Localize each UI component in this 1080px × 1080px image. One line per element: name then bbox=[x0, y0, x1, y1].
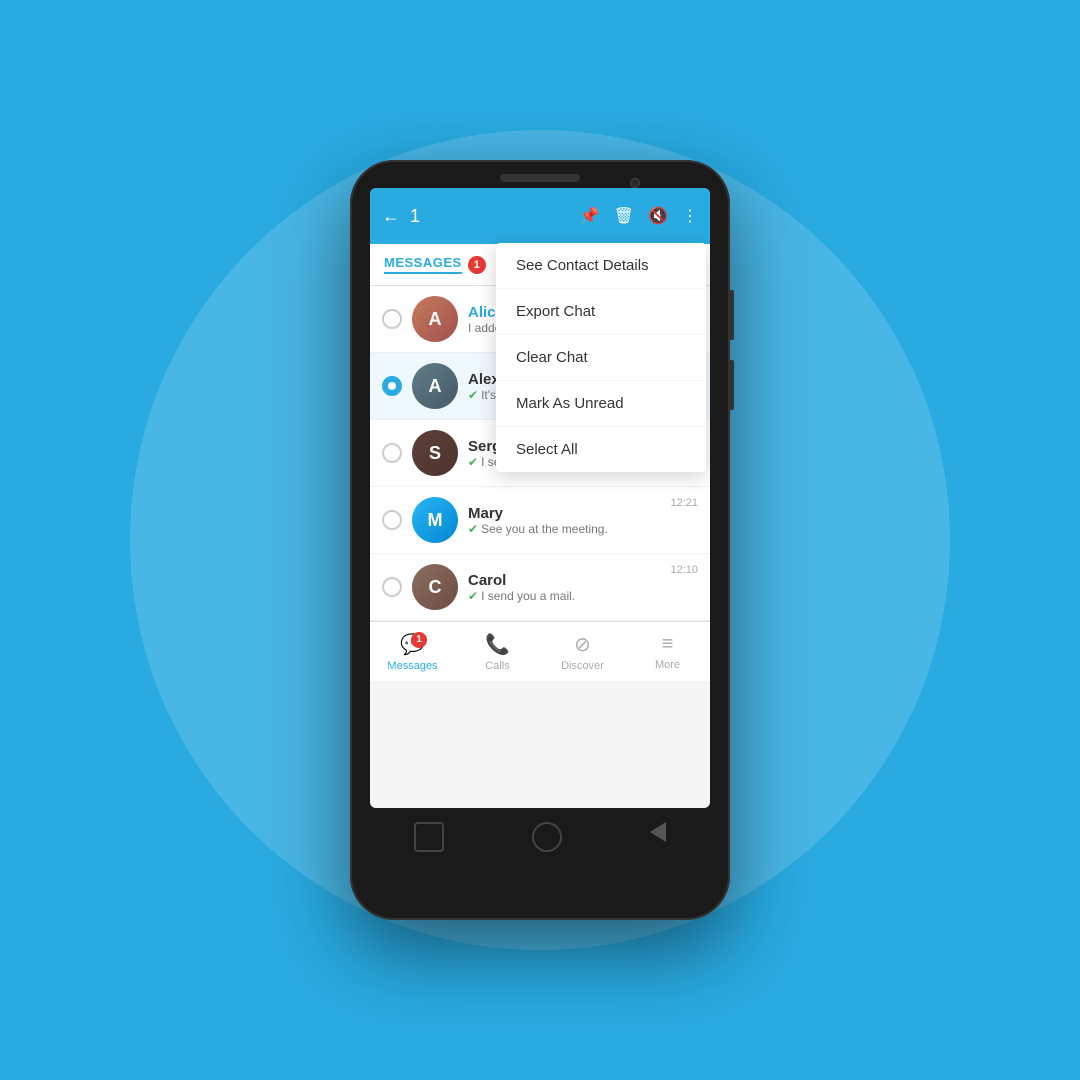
menu-item-see-contact[interactable]: See Contact Details bbox=[496, 243, 706, 289]
contact-item-mary[interactable]: M Mary ✔ See you at the meeting. 12:21 bbox=[370, 487, 710, 554]
contact-time-mary: 12:21 bbox=[670, 497, 698, 509]
phone-btn-home[interactable] bbox=[532, 822, 562, 852]
contact-radio-sergie[interactable] bbox=[382, 443, 402, 463]
selected-count: 1 bbox=[410, 206, 570, 227]
nav-item-more[interactable]: ≡ More bbox=[625, 633, 710, 671]
contact-info-mary: Mary ✔ See you at the meeting. bbox=[468, 505, 698, 536]
nav-label-discover: Discover bbox=[561, 660, 604, 672]
messages-badge: 1 bbox=[468, 256, 486, 274]
calls-nav-icon: 📞 bbox=[485, 632, 510, 657]
avatar-alex: A bbox=[412, 363, 458, 409]
app-header: ← 1 📌 🗑 🔇 ⋮ bbox=[370, 188, 710, 244]
contact-preview-mary: ✔ See you at the meeting. bbox=[468, 522, 698, 536]
more-icon[interactable]: ⋮ bbox=[682, 206, 698, 226]
contact-item-carol[interactable]: C Carol ✔ I send you a mail. 12:10 bbox=[370, 554, 710, 621]
nav-item-messages[interactable]: 💬 1 Messages bbox=[370, 632, 455, 672]
bottom-nav: 💬 1 Messages 📞 Calls ⊘ Discover ≡ More bbox=[370, 621, 710, 681]
menu-item-clear-chat[interactable]: Clear Chat bbox=[496, 335, 706, 381]
trash-icon[interactable]: 🗑 bbox=[614, 206, 634, 226]
avatar-sergie: S bbox=[412, 430, 458, 476]
avatar-carol: C bbox=[412, 564, 458, 610]
nav-item-discover[interactable]: ⊘ Discover bbox=[540, 632, 625, 672]
menu-item-select-all[interactable]: Select All bbox=[496, 427, 706, 472]
contact-info-carol: Carol ✔ I send you a mail. bbox=[468, 572, 698, 603]
nav-label-calls: Calls bbox=[485, 660, 509, 672]
contact-radio-mary[interactable] bbox=[382, 510, 402, 530]
menu-item-export-chat[interactable]: Export Chat bbox=[496, 289, 706, 335]
nav-label-more: More bbox=[655, 659, 680, 671]
nav-item-calls[interactable]: 📞 Calls bbox=[455, 632, 540, 672]
pin-icon[interactable]: 📌 bbox=[580, 206, 600, 226]
menu-item-mark-unread[interactable]: Mark As Unread bbox=[496, 381, 706, 427]
contact-radio-alice[interactable] bbox=[382, 309, 402, 329]
contact-name-mary: Mary bbox=[468, 505, 698, 522]
avatar-alice: A bbox=[412, 296, 458, 342]
header-actions: 📌 🗑 🔇 ⋮ bbox=[580, 206, 698, 226]
phone-btn-square[interactable] bbox=[414, 822, 444, 852]
contact-name-carol: Carol bbox=[468, 572, 698, 589]
discover-nav-icon: ⊘ bbox=[574, 632, 591, 657]
phone-bottom-buttons bbox=[370, 822, 710, 852]
side-button-mid bbox=[730, 360, 734, 410]
phone-speaker bbox=[500, 174, 580, 182]
phone-screen: ← 1 📌 🗑 🔇 ⋮ MESSAGES 1 A Alice I a bbox=[370, 188, 710, 808]
mute-icon[interactable]: 🔇 bbox=[648, 206, 668, 226]
avatar-mary: M bbox=[412, 497, 458, 543]
phone-btn-back[interactable] bbox=[650, 822, 666, 842]
more-nav-icon: ≡ bbox=[662, 633, 674, 656]
side-button-top bbox=[730, 290, 734, 340]
dropdown-menu: See Contact Details Export Chat Clear Ch… bbox=[496, 243, 706, 472]
contact-preview-carol: ✔ I send you a mail. bbox=[468, 589, 698, 603]
nav-label-messages: Messages bbox=[387, 660, 437, 672]
nav-messages-badge: 1 bbox=[411, 632, 427, 648]
back-button[interactable]: ← bbox=[382, 206, 400, 227]
phone-camera bbox=[630, 178, 640, 188]
tab-messages[interactable]: MESSAGES bbox=[384, 255, 462, 274]
contact-radio-carol[interactable] bbox=[382, 577, 402, 597]
phone-frame: ← 1 📌 🗑 🔇 ⋮ MESSAGES 1 A Alice I a bbox=[350, 160, 730, 920]
contact-radio-alex[interactable] bbox=[382, 376, 402, 396]
contact-time-carol: 12:10 bbox=[670, 564, 698, 576]
